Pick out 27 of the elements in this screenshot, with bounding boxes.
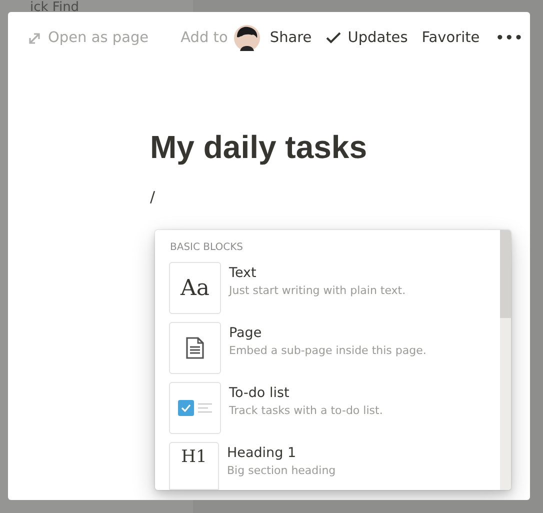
section-heading: BASIC BLOCKS xyxy=(170,242,244,253)
item-description: Big section heading xyxy=(227,464,336,477)
item-description: Embed a sub-page inside this page. xyxy=(229,344,426,357)
menu-item[interactable]: Page Embed a sub-page inside this page. xyxy=(169,322,500,382)
item-description: Just start writing with plain text. xyxy=(229,284,406,297)
item-title: Text xyxy=(229,265,258,281)
menu-item[interactable]: H1 Heading 1 Big section heading xyxy=(169,442,500,490)
text-block-icon: Aa xyxy=(169,262,221,314)
page-title: My daily tasks xyxy=(150,129,368,166)
share-button[interactable]: Share xyxy=(270,30,312,46)
heading-icon: H1 xyxy=(169,442,219,490)
scrollbar-thumb[interactable] xyxy=(500,230,511,318)
favorite-button[interactable]: Favorite xyxy=(422,30,480,46)
more-button[interactable]: ••• xyxy=(496,30,524,46)
checkbox-list-icon xyxy=(169,382,221,434)
item-title: Page xyxy=(229,325,263,341)
expand-icon xyxy=(28,32,41,44)
menu-item[interactable]: Aa Text Just start writing with plain text. xyxy=(169,262,500,322)
page-icon xyxy=(169,322,221,374)
menu-item[interactable]: To-do list Track tasks with a to-do list. xyxy=(169,382,500,442)
item-title: Heading 1 xyxy=(227,445,298,461)
item-description: Track tasks with a to-do list. xyxy=(229,404,383,417)
updates-button[interactable]: Updates xyxy=(326,30,408,46)
avatar[interactable] xyxy=(234,25,260,51)
check-icon xyxy=(326,32,341,44)
item-title: To-do list xyxy=(229,385,290,401)
block-input[interactable]: / xyxy=(150,188,530,206)
